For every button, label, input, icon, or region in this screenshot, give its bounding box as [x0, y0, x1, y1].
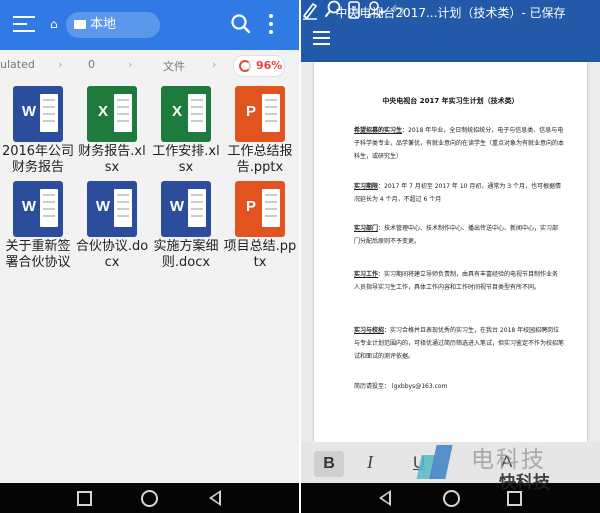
document-heading: 中央电视台 2017 年实习生计划（技术类） [382, 97, 519, 105]
menu-icon[interactable] [13, 14, 35, 34]
bold-button[interactable]: B [314, 451, 344, 477]
excel-file-icon: X [161, 86, 211, 142]
word-file-icon: W [161, 181, 211, 237]
location-label: 本地 [90, 17, 117, 32]
storage-usage-badge[interactable]: 96% [233, 55, 285, 77]
storage-ring-icon [239, 60, 251, 72]
word-file-icon: W [13, 86, 63, 142]
more-options-icon[interactable] [269, 14, 273, 38]
editor-toolbar: 中央电视台2017...计划（技术类）- 已保存 [301, 0, 600, 62]
file-name: 关于重新签署合伙协议 [5, 239, 71, 270]
chevron-right-icon: › [128, 58, 133, 71]
powerpoint-file-icon: P [235, 86, 285, 142]
file-name: 合伙协议.docx [75, 239, 149, 270]
word-file-icon: W [13, 181, 63, 237]
file-manager-toolbar: ⌂ 本地 [0, 0, 299, 50]
breadcrumb: ulated › 0 › 文件 › 96% [0, 50, 299, 80]
search-icon[interactable] [230, 13, 252, 35]
paragraph: 实习期限：2017 年 7 月初至 2017 年 10 月初，通常为 3 个月，… [354, 183, 561, 203]
system-nav-bar [0, 483, 299, 513]
recent-apps-icon[interactable] [507, 491, 522, 506]
phone-storage-icon [74, 20, 86, 29]
file-name: 工作安排.xlsx [152, 144, 220, 175]
breadcrumb-item[interactable]: ulated [0, 58, 35, 71]
chevron-right-icon: › [212, 58, 217, 71]
home-button-icon[interactable] [141, 490, 158, 507]
powerpoint-file-icon: P [235, 181, 285, 237]
breadcrumb-item[interactable]: 0 [88, 58, 95, 71]
file-name: 工作总结报告.pptx [227, 144, 293, 175]
document-title-status: 中央电视台2017...计划（技术类）- 已保存 [335, 6, 566, 20]
home-icon[interactable]: ⌂ [50, 17, 58, 31]
paragraph: 实习工作：实习期间将建立导师负责制，由具有丰富经验的电视节目制作业务人员指导实习… [354, 271, 559, 291]
location-selector[interactable]: 本地 [66, 12, 160, 38]
word-file-icon: W [87, 181, 137, 237]
italic-button[interactable]: I [367, 452, 373, 473]
paragraph: 简历请投至： lgxbbys@163.com [354, 383, 448, 390]
watermark-logo: 电科技 快科技 [416, 438, 599, 493]
paragraph: 希望招募的实习生：2018 年毕业，全日制统招统分，电子与信息类、信息与电子科学… [354, 127, 565, 160]
file-name: 实施方案细则.docx [153, 239, 219, 270]
watermark-subtext: 快科技 [499, 473, 550, 493]
paragraph: 实习部门：技术管理中心、技术制作中心、播出传送中心、新闻中心，实习部门分配后原则… [354, 225, 559, 245]
file-name: 2016年公司财务报告 [1, 144, 75, 175]
file-manager-panel: ⌂ 本地 ulated › 0 › 文件 › 96% W 2016年公司财务报告… [0, 0, 299, 513]
recent-apps-icon[interactable] [77, 491, 92, 506]
excel-file-icon: X [87, 86, 137, 142]
back-icon[interactable] [209, 490, 221, 506]
document-page[interactable]: 中央电视台 2017 年实习生计划（技术类） 希望招募的实习生：2018 年毕业… [314, 62, 587, 442]
watermark-mark-icon [416, 441, 453, 479]
chevron-right-icon: › [58, 58, 63, 71]
file-name: 项目总结.pptx [223, 239, 297, 270]
file-name: 财务报告.xlsx [78, 144, 146, 175]
word-editor-panel: 中央电视台2017...计划（技术类）- 已保存 中央电视台 2017 年实习生… [301, 0, 600, 513]
breadcrumb-item[interactable]: 文件 [163, 58, 185, 74]
home-button-icon[interactable] [443, 490, 460, 507]
paragraph: 实习与校招：实习合格并且表现优秀的实习生，在我台 2018 年校园招聘岗位与专业… [354, 327, 565, 360]
back-icon[interactable] [379, 490, 391, 506]
storage-percent: 96% [256, 59, 283, 72]
